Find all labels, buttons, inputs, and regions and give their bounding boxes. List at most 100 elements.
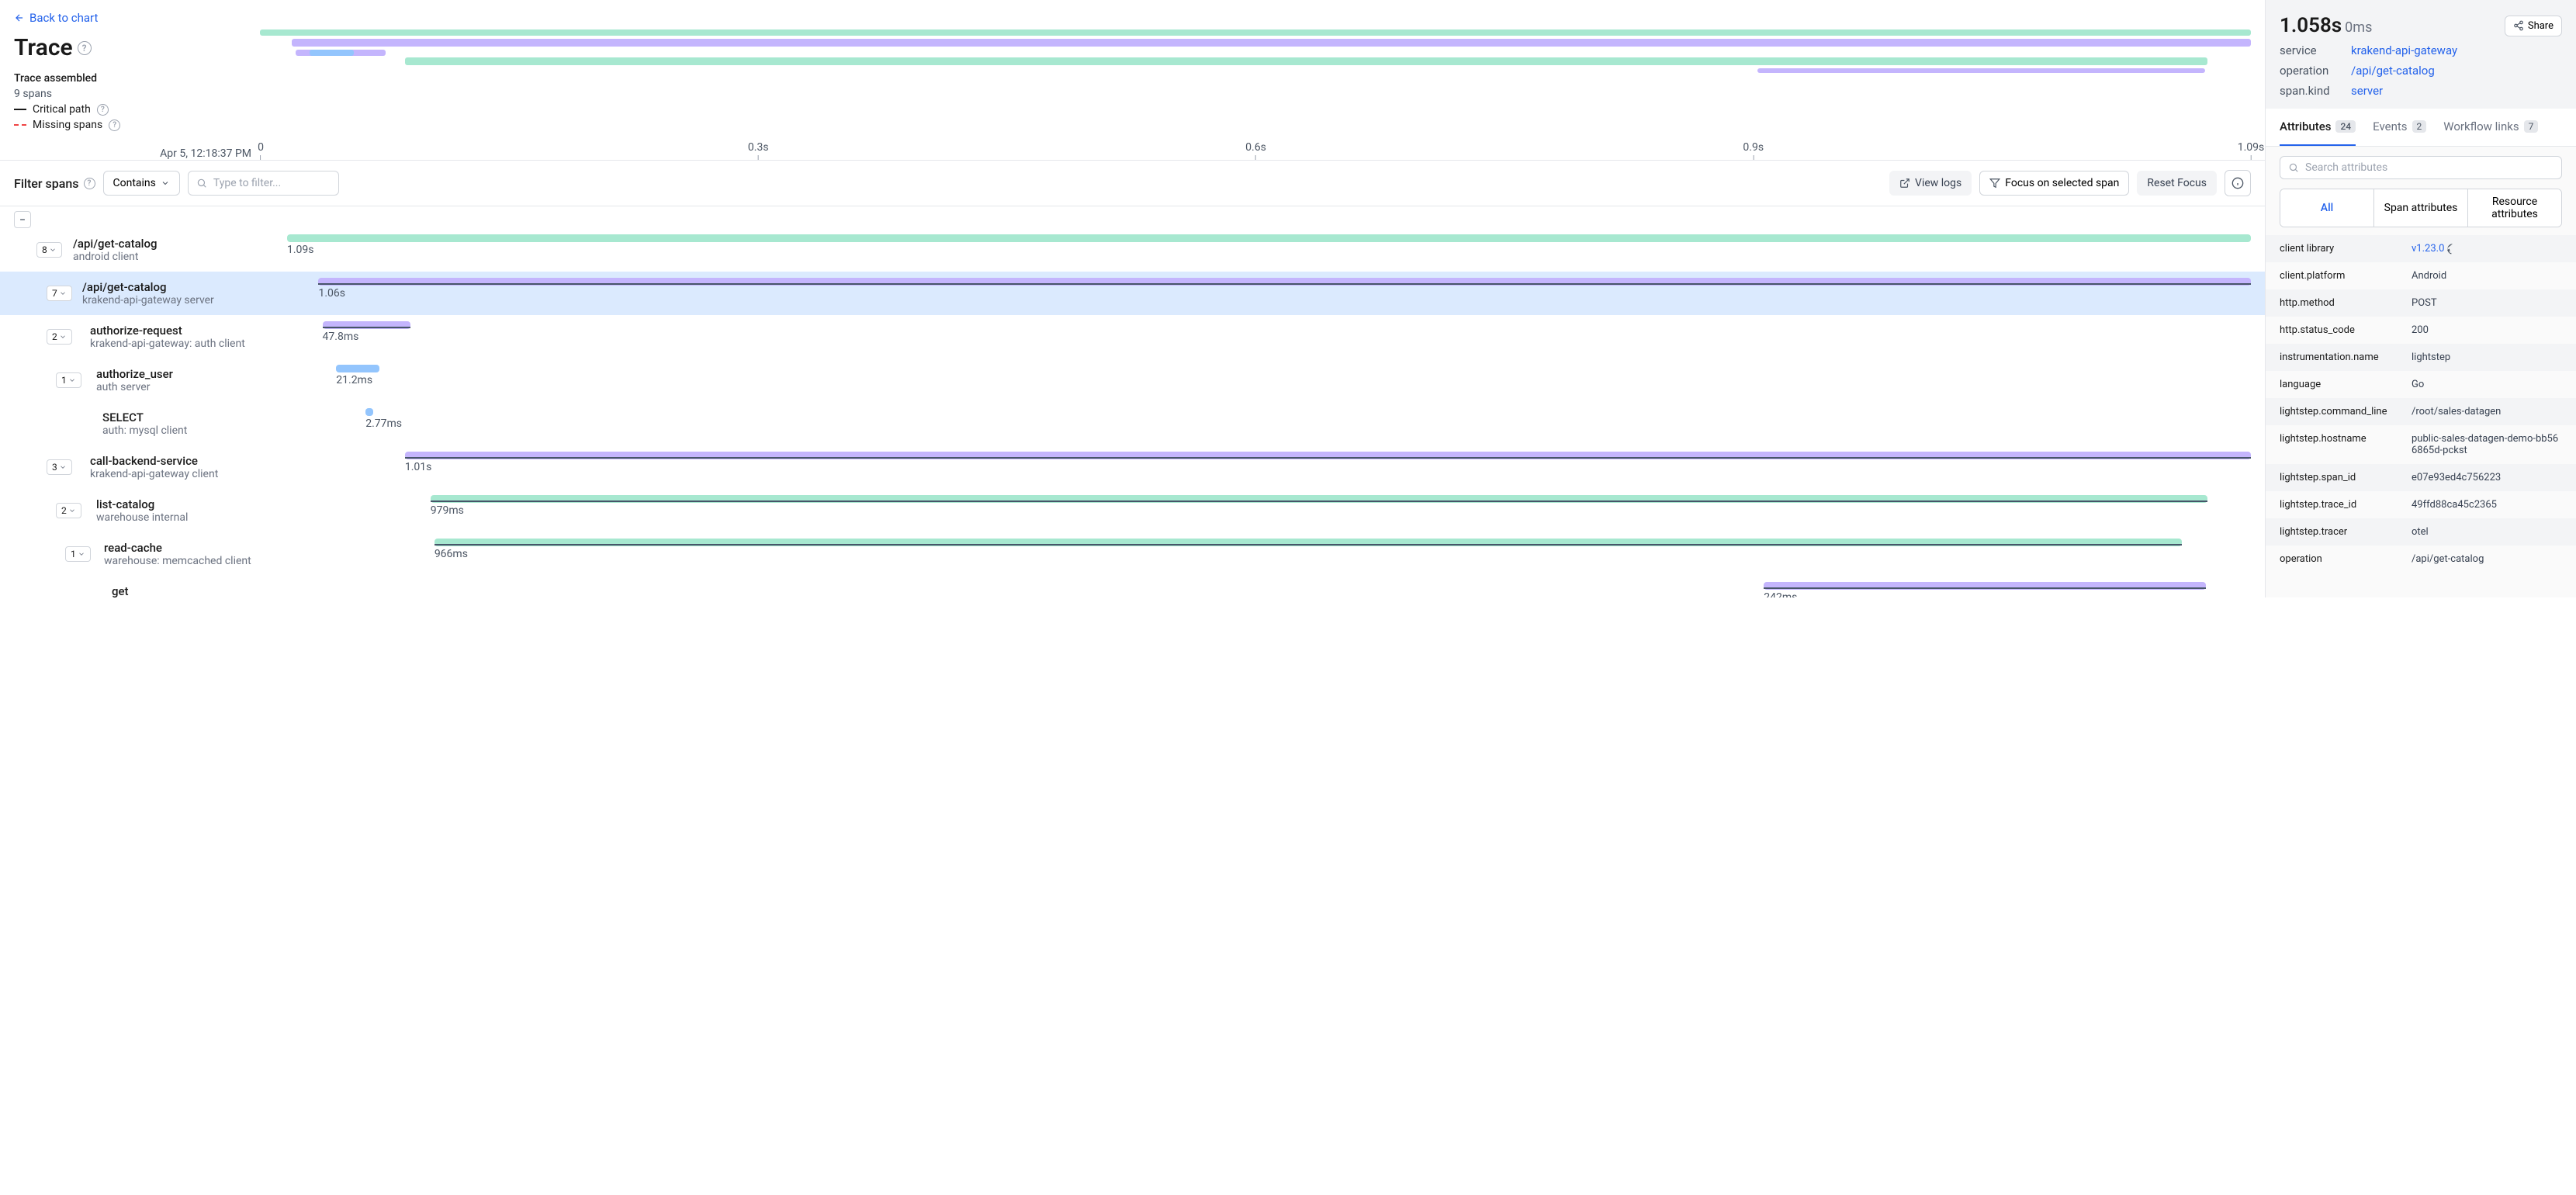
span-duration-label: 1.01s (405, 461, 432, 473)
span-service: warehouse: memcached client (104, 555, 251, 567)
span-duration-label: 979ms (431, 504, 464, 517)
span-row[interactable]: 3 call-backend-servicekrakend-api-gatewa… (0, 445, 2265, 489)
span-name: read-cache (104, 541, 251, 555)
filter-input[interactable]: Type to filter... (188, 171, 339, 196)
share-label: Share (2528, 20, 2553, 32)
span-duration-label: 1.06s (318, 287, 345, 300)
reset-focus-button[interactable]: Reset Focus (2137, 171, 2217, 196)
attribute-row[interactable]: operation/api/get-catalog (2266, 546, 2576, 573)
critical-path-label: Critical path (33, 103, 91, 116)
attr-value: e07e93ed4c756223 (2412, 472, 2562, 483)
operation-link[interactable]: /api/get-catalog (2351, 64, 2435, 78)
seg-span[interactable]: Span attributes (2374, 189, 2468, 227)
tick: 0.6s (1245, 141, 1266, 160)
share-icon (2513, 20, 2524, 31)
collapse-all-button[interactable] (14, 211, 31, 228)
span-row[interactable]: 1 authorize_userauth server21.2ms (0, 358, 2265, 402)
span-bar[interactable] (318, 278, 2251, 286)
span-bar[interactable] (435, 539, 2183, 546)
attr-search-placeholder: Search attributes (2305, 161, 2387, 174)
help-icon[interactable]: ? (84, 178, 95, 189)
help-icon[interactable]: ? (97, 104, 109, 116)
attribute-row[interactable]: instrumentation.namelightstep (2266, 344, 2576, 371)
span-row[interactable]: 7 /api/get-catalogkrakend-api-gateway se… (0, 272, 2265, 315)
arrow-left-icon (14, 12, 25, 23)
child-count-badge[interactable]: 3 (47, 459, 72, 475)
attribute-row[interactable]: lightstep.hostnamepublic-sales-datagen-d… (2266, 425, 2576, 464)
attr-key: operation (2280, 553, 2412, 565)
contains-dropdown[interactable]: Contains (103, 171, 180, 196)
back-to-chart-link[interactable]: Back to chart (14, 11, 98, 25)
span-row[interactable]: 2 list-catalogwarehouse internal 979ms (0, 489, 2265, 532)
span-bar[interactable] (1764, 582, 2205, 590)
child-count-badge[interactable]: 7 (47, 286, 72, 301)
minimap[interactable] (260, 29, 2251, 76)
span-bar[interactable] (323, 321, 411, 329)
tab-workflow-links[interactable]: Workflow links7 (2443, 109, 2538, 146)
info-icon (2231, 177, 2244, 189)
attribute-row[interactable]: lightstep.span_ide07e93ed4c756223 (2266, 464, 2576, 491)
span-service: android client (73, 251, 158, 263)
attribute-search[interactable]: Search attributes (2280, 156, 2562, 179)
tick: 1.09s (2238, 141, 2265, 160)
attr-key: language (2280, 379, 2412, 390)
span-count: 9 spans (14, 88, 2251, 100)
tick: 0.3s (748, 141, 769, 160)
child-count-badge[interactable]: 2 (47, 329, 72, 345)
help-icon[interactable]: ? (109, 120, 120, 131)
span-row[interactable]: getmemcached server242ms (0, 576, 2265, 598)
tab-events[interactable]: Events2 (2373, 109, 2426, 146)
span-name: call-backend-service (90, 454, 218, 468)
critical-path-line (431, 501, 2208, 502)
span-bar[interactable] (365, 408, 373, 416)
child-count-badge[interactable]: 1 (56, 372, 81, 388)
critical-path-line (435, 544, 2183, 546)
seg-all[interactable]: All (2280, 189, 2374, 227)
attr-value[interactable]: v1.23.0 (2412, 243, 2562, 255)
span-row[interactable]: 8 /api/get-catalogandroid client1.09s (0, 228, 2265, 272)
attribute-row[interactable]: client libraryv1.23.0 (2266, 235, 2576, 262)
attr-value: /api/get-catalog (2412, 553, 2562, 565)
filter-icon (1989, 178, 2000, 189)
attribute-row[interactable]: lightstep.command_line/root/sales-datage… (2266, 398, 2576, 425)
child-count-badge[interactable]: 1 (65, 546, 91, 562)
help-icon[interactable]: ? (78, 41, 92, 55)
attr-key: lightstep.tracer (2280, 526, 2412, 538)
span-bar[interactable] (336, 365, 379, 372)
focus-span-label: Focus on selected span (2005, 177, 2119, 189)
spankind-link[interactable]: server (2351, 84, 2383, 98)
span-bar[interactable] (405, 452, 2251, 459)
tab-attributes[interactable]: Attributes24 (2280, 109, 2356, 146)
view-logs-button[interactable]: View logs (1889, 171, 1972, 196)
span-service: auth server (96, 381, 173, 393)
span-row[interactable]: SELECTauth: mysql client2.77ms (0, 402, 2265, 445)
attribute-row[interactable]: http.methodPOST (2266, 289, 2576, 317)
info-button[interactable] (2225, 170, 2251, 196)
child-count-badge[interactable]: 2 (56, 503, 81, 518)
span-row[interactable]: 2 authorize-requestkrakend-api-gateway: … (0, 315, 2265, 358)
span-service: warehouse internal (96, 511, 188, 524)
attr-value: Go (2412, 379, 2562, 390)
span-name: list-catalog (96, 497, 188, 511)
attribute-row[interactable]: lightstep.trace_id49ffd88ca45c2365 (2266, 491, 2576, 518)
attr-key: http.method (2280, 297, 2412, 309)
span-service: auth: mysql client (102, 424, 187, 437)
attribute-row[interactable]: http.status_code200 (2266, 317, 2576, 344)
share-button[interactable]: Share (2505, 16, 2562, 36)
span-bar[interactable] (431, 495, 2208, 503)
service-link[interactable]: krakend-api-gateway (2351, 43, 2457, 57)
attr-value: otel (2412, 526, 2562, 538)
filter-placeholder: Type to filter... (213, 177, 281, 189)
attribute-row[interactable]: client.platformAndroid (2266, 262, 2576, 289)
attribute-row[interactable]: languageGo (2266, 371, 2576, 398)
operation-key: operation (2280, 64, 2351, 78)
span-service: krakend-api-gateway server (82, 294, 214, 307)
seg-resource[interactable]: Resource attributes (2468, 189, 2561, 227)
attribute-row[interactable]: lightstep.tracerotel (2266, 518, 2576, 546)
focus-span-button[interactable]: Focus on selected span (1979, 171, 2129, 196)
search-icon (2288, 162, 2299, 173)
child-count-badge[interactable]: 8 (36, 242, 62, 258)
reset-focus-label: Reset Focus (2147, 177, 2207, 189)
span-row[interactable]: 1 read-cachewarehouse: memcached client9… (0, 532, 2265, 576)
span-bar[interactable] (287, 234, 2251, 242)
